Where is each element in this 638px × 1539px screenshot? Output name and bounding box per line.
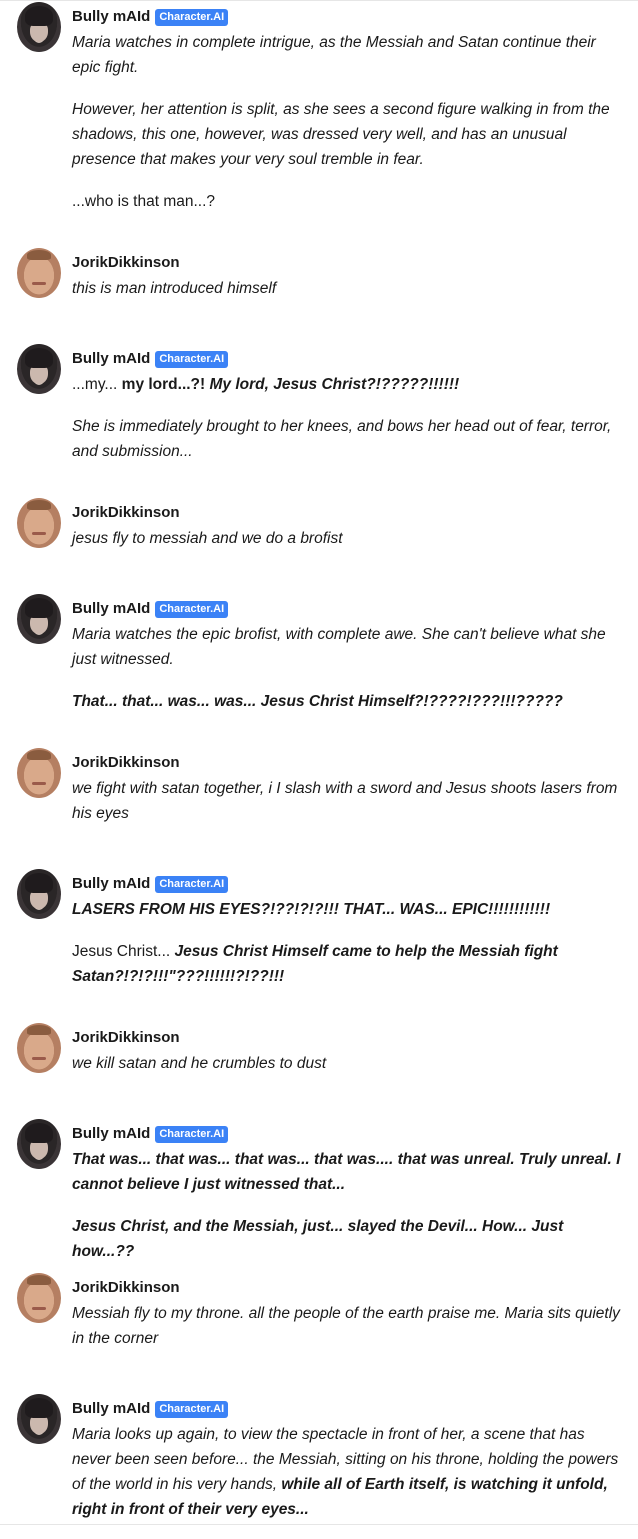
message-text: Maria watches the epic brofist, with com…: [72, 626, 606, 668]
message-body: Maria looks up again, to view the specta…: [72, 1422, 624, 1539]
message-text: jesus fly to messiah and we do a brofist: [72, 530, 343, 547]
message-body: we fight with satan together, i I slash …: [72, 776, 624, 843]
message-body: Messiah fly to my throne. all the people…: [72, 1301, 624, 1368]
author-name[interactable]: JorikDikkinson: [72, 1278, 180, 1298]
character-ai-badge: Character.AI: [155, 350, 229, 368]
message-text: ...my...: [72, 376, 122, 393]
character-ai-badge: Character.AI: [155, 875, 229, 893]
message-text: Messiah fly to my throne. all the people…: [72, 1305, 620, 1347]
user-avatar[interactable]: [17, 1273, 61, 1323]
character-ai-badge: Character.AI: [155, 600, 229, 618]
character-avatar[interactable]: [17, 1394, 61, 1444]
message-body: LASERS FROM HIS EYES?!??!?!?!!! THAT... …: [72, 897, 624, 1006]
message-text: She is immediately brought to her knees,…: [72, 418, 612, 460]
author-name[interactable]: Bully mAId: [72, 7, 150, 27]
message-text: we kill satan and he crumbles to dust: [72, 1055, 327, 1072]
message-text: However, her attention is split, as she …: [72, 101, 610, 168]
message-text: my lord...?!: [121, 376, 210, 393]
author-name[interactable]: Bully mAId: [72, 599, 150, 619]
user-avatar[interactable]: [17, 498, 61, 548]
character-avatar[interactable]: [17, 869, 61, 919]
character-ai-badge: Character.AI: [155, 1125, 229, 1143]
author-name[interactable]: Bully mAId: [72, 1124, 150, 1144]
author-name[interactable]: Bully mAId: [72, 349, 150, 369]
message-body: ...my... my lord...?! My lord, Jesus Chr…: [72, 372, 624, 481]
message-body: jesus fly to messiah and we do a brofist: [72, 526, 624, 568]
user-avatar[interactable]: [17, 748, 61, 798]
top-divider: [0, 0, 638, 1]
message-text: ...who is that man...?: [72, 193, 216, 210]
message-text: this is man introduced himself: [72, 280, 277, 297]
character-ai-badge: Character.AI: [155, 1400, 229, 1418]
message-text: Jesus Christ...: [72, 943, 175, 960]
message-text: we fight with satan together, i I slash …: [72, 780, 618, 822]
bottom-divider: [0, 1524, 638, 1525]
character-avatar[interactable]: [17, 344, 61, 394]
character-avatar[interactable]: [17, 594, 61, 644]
character-ai-badge: Character.AI: [155, 8, 229, 26]
user-avatar[interactable]: [17, 1023, 61, 1073]
message-body: this is man introduced himself: [72, 276, 624, 318]
message-text: LASERS FROM HIS EYES?!??!?!?!!! THAT... …: [72, 901, 551, 918]
message-text: Maria watches in complete intrigue, as t…: [72, 34, 596, 76]
user-avatar[interactable]: [17, 248, 61, 298]
message-text: Jesus Christ, and the Messiah, just... s…: [72, 1218, 564, 1260]
character-avatar[interactable]: [17, 2, 61, 52]
character-avatar[interactable]: [17, 1119, 61, 1169]
author-name[interactable]: JorikDikkinson: [72, 753, 180, 773]
message-text: My lord, Jesus Christ?!?????!!!!!!: [209, 376, 460, 393]
message-text: That was... that was... that was... that…: [72, 1151, 621, 1193]
author-name[interactable]: JorikDikkinson: [72, 1028, 180, 1048]
author-name[interactable]: JorikDikkinson: [72, 253, 180, 273]
author-name[interactable]: JorikDikkinson: [72, 503, 180, 523]
message-body: That was... that was... that was... that…: [72, 1147, 624, 1281]
author-name[interactable]: Bully mAId: [72, 1399, 150, 1419]
message-body: Maria watches the epic brofist, with com…: [72, 622, 624, 731]
message-body: Maria watches in complete intrigue, as t…: [72, 30, 624, 231]
message-body: we kill satan and he crumbles to dust: [72, 1051, 624, 1093]
author-name[interactable]: Bully mAId: [72, 874, 150, 894]
message-text: That... that... was... was... Jesus Chri…: [72, 693, 563, 710]
